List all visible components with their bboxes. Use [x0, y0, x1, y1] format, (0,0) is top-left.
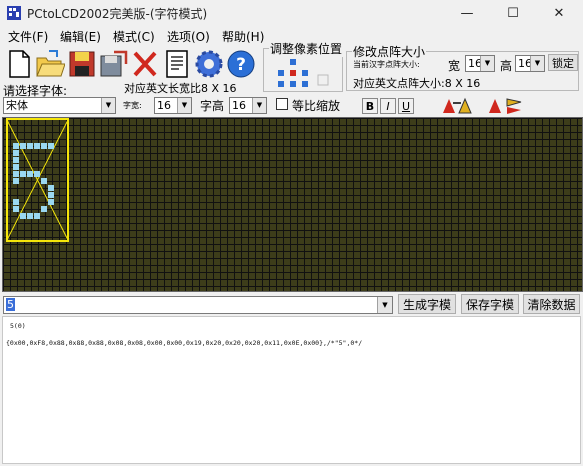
svg-text:?: ? [236, 55, 246, 75]
pixel-position-title: 调整像素位置 [269, 40, 344, 57]
menu-mode[interactable]: 模式(C) [113, 28, 155, 45]
chevron-down-icon: ▼ [530, 56, 544, 71]
font-select-value: 宋体 [6, 99, 28, 112]
width-label: 宽 [448, 59, 461, 73]
font-data-output[interactable]: 5(0) {0x00,0xF8,0x88,0x88,0x88,0x08,0x08… [2, 316, 581, 464]
menu-edit[interactable]: 编辑(E) [60, 28, 101, 45]
menu-file[interactable]: 文件(F) [8, 28, 48, 45]
underline-button[interactable]: U [398, 98, 414, 114]
toolbar: ? 调整像素位置 修改点阵大小 当前汉字点阵大小: 宽 16 ▼ 高 16 ▼ … [0, 40, 583, 116]
lock-button[interactable]: 锁定 [548, 54, 578, 71]
lit-pixel[interactable] [13, 206, 19, 212]
save-font-button[interactable]: 保存字模 [461, 294, 519, 314]
char-input-value: 5 [6, 298, 15, 311]
lit-pixel[interactable] [41, 143, 47, 149]
window-title: PCtoLCD2002完美版-(字符模式) [27, 7, 208, 21]
minimize-button[interactable]: — [444, 0, 490, 26]
char-height-value: 16 [232, 99, 246, 112]
bold-button[interactable]: B [362, 98, 378, 114]
lit-pixel[interactable] [20, 213, 26, 219]
lit-pixel[interactable] [34, 171, 40, 177]
maximize-button[interactable]: ☐ [490, 0, 536, 26]
lit-pixel[interactable] [20, 143, 26, 149]
lit-pixel[interactable] [48, 192, 54, 198]
close-button[interactable]: ✕ [536, 0, 582, 26]
generate-font-button[interactable]: 生成字模 [398, 294, 456, 314]
pixel-position-group: 调整像素位置 [263, 40, 344, 92]
output-char-header: 5(0) [10, 322, 26, 330]
open-folder-icon[interactable] [35, 48, 65, 80]
lit-pixel[interactable] [13, 171, 19, 177]
app-logo-icon [7, 6, 21, 20]
lit-pixel[interactable] [27, 143, 33, 149]
char-width-select[interactable]: 16 ▼ [154, 97, 192, 114]
save-as-icon[interactable] [98, 48, 128, 80]
lit-pixel[interactable] [13, 178, 19, 184]
current-size-label: 当前汉字点阵大小: [353, 60, 420, 69]
lit-pixel[interactable] [13, 143, 19, 149]
new-file-icon[interactable] [4, 48, 34, 80]
font-select[interactable]: 宋体 ▼ [3, 97, 116, 114]
flip-horizontal-icon[interactable] [441, 97, 473, 115]
chevron-down-icon: ▼ [101, 98, 115, 113]
lit-pixel[interactable] [41, 178, 47, 184]
menu-help[interactable]: 帮助(H) [222, 28, 264, 45]
chevron-down-icon: ▼ [480, 56, 494, 71]
title-bar: PCtoLCD2002完美版-(字符模式) — ☐ ✕ [0, 0, 583, 26]
lit-pixel[interactable] [13, 157, 19, 163]
lit-pixel[interactable] [13, 164, 19, 170]
menu-options[interactable]: 选项(O) [167, 28, 210, 45]
lit-pixel[interactable] [27, 213, 33, 219]
lit-pixel[interactable] [13, 199, 19, 205]
scale-label: 等比缩放 [292, 99, 341, 113]
char-width-label: 字宽: [123, 101, 142, 110]
italic-button[interactable]: I [380, 98, 396, 114]
english-ratio-label: 对应英文长宽比8 X 16 [124, 82, 237, 95]
flip-vertical-icon[interactable] [487, 97, 525, 115]
chevron-down-icon: ▼ [252, 98, 266, 113]
lit-pixel[interactable] [48, 199, 54, 205]
lit-pixel[interactable] [20, 171, 26, 177]
clear-data-button[interactable]: 清除数据 [523, 294, 580, 314]
notes-icon[interactable] [162, 48, 192, 80]
pixel-shift-arrows-icon[interactable] [274, 57, 334, 91]
help-icon[interactable]: ? [226, 48, 256, 80]
lit-pixel[interactable] [34, 143, 40, 149]
lit-pixel[interactable] [48, 185, 54, 191]
char-width-value: 16 [157, 99, 171, 112]
lit-pixel[interactable] [27, 171, 33, 177]
lit-pixel[interactable] [48, 143, 54, 149]
matrix-width-select[interactable]: 16 ▼ [465, 55, 495, 72]
char-input-combo[interactable]: 5 ▼ [3, 296, 393, 314]
save-disk-icon[interactable] [67, 48, 97, 80]
height-label: 高 [500, 59, 513, 73]
chevron-down-icon[interactable]: ▼ [377, 297, 392, 313]
matrix-height-select[interactable]: 16 ▼ [515, 55, 545, 72]
lit-pixel[interactable] [13, 150, 19, 156]
dot-matrix-canvas[interactable] [2, 117, 583, 292]
scale-checkbox[interactable] [276, 98, 288, 110]
char-height-select[interactable]: 16 ▼ [229, 97, 267, 114]
chevron-down-icon: ▼ [177, 98, 191, 113]
gear-icon[interactable] [194, 48, 224, 80]
english-size-label: 对应英文点阵大小:8 X 16 [353, 77, 481, 90]
delete-icon[interactable] [130, 48, 160, 80]
lit-pixel[interactable] [41, 206, 47, 212]
matrix-size-title: 修改点阵大小 [352, 43, 427, 60]
char-height-label: 字高 [200, 99, 225, 113]
output-hex-data: {0x00,0xF8,0x88,0x88,0x88,0x08,0x08,0x00… [6, 339, 363, 347]
matrix-size-group: 修改点阵大小 当前汉字点阵大小: 宽 16 ▼ 高 16 ▼ 锁定 对应英文点阵… [346, 43, 579, 91]
lit-pixel[interactable] [34, 213, 40, 219]
